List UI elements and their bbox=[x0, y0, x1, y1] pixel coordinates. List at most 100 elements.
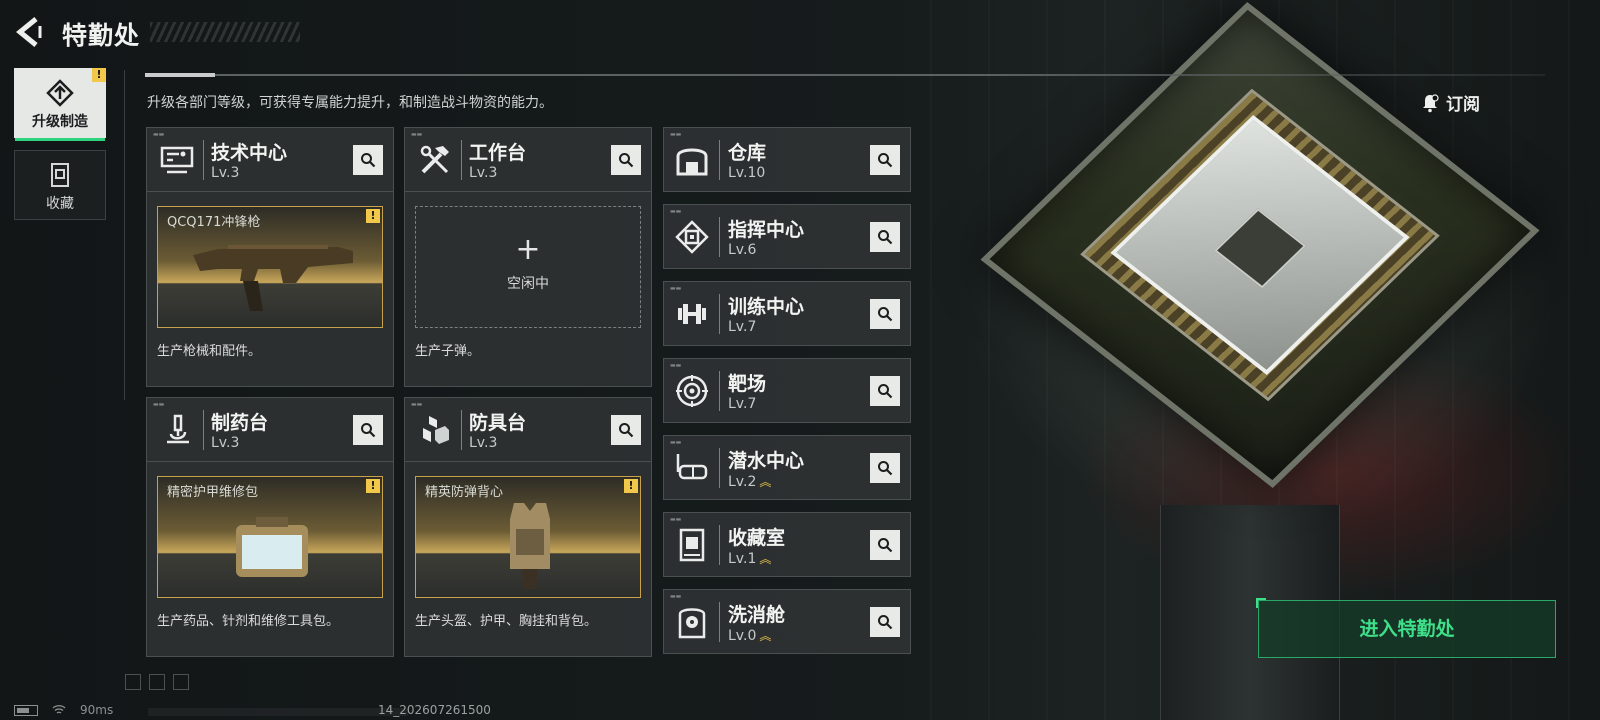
warning-badge: ! bbox=[624, 479, 638, 493]
facility-row-training-center[interactable]: ▬▬ 训练中心 Lv.7 bbox=[663, 281, 911, 346]
subscribe-button[interactable]: 订阅 bbox=[1420, 90, 1480, 115]
warning-badge: ! bbox=[92, 68, 106, 82]
magnifier-icon bbox=[878, 384, 893, 399]
search-button[interactable] bbox=[353, 145, 383, 175]
magnifier-icon bbox=[619, 153, 634, 168]
header-divider bbox=[145, 73, 1545, 77]
search-button[interactable] bbox=[870, 530, 900, 560]
sidebar-item-label: 收藏 bbox=[46, 196, 74, 212]
upgrade-arrow-icon bbox=[46, 79, 74, 107]
search-button[interactable] bbox=[870, 222, 900, 252]
magnifier-icon bbox=[878, 615, 893, 630]
enter-special-ops-button[interactable]: 进入特勤处 bbox=[1256, 598, 1556, 658]
footer-square-icon[interactable] bbox=[149, 674, 165, 690]
facility-level: Lv.0 bbox=[728, 628, 757, 644]
facility-name: 洗消舱 bbox=[728, 604, 786, 626]
battery-icon bbox=[14, 704, 38, 716]
upgrade-available-icon: ︽ bbox=[759, 552, 772, 566]
facility-level: Lv.7 bbox=[728, 319, 757, 335]
warehouse-icon bbox=[676, 148, 708, 176]
production-slot[interactable]: QCQ171冲锋枪 ! bbox=[157, 206, 383, 328]
search-button[interactable] bbox=[870, 607, 900, 637]
facility-card-workbench: ▬▬ 工作台 Lv.3 + 空闲中 生产子弹。 bbox=[404, 127, 652, 387]
facility-level: Lv.10 bbox=[728, 165, 766, 181]
vest-image bbox=[510, 503, 550, 589]
facility-level: Lv.7 bbox=[728, 396, 757, 412]
facility-level: Lv.2 bbox=[728, 474, 757, 490]
hammer-wrench-icon bbox=[420, 145, 449, 174]
production-slot[interactable]: 精英防弹背心 ! bbox=[415, 476, 641, 598]
facility-name: 指挥中心 bbox=[728, 219, 805, 241]
facility-level: Lv.3 bbox=[469, 165, 498, 181]
magnifier-icon bbox=[878, 307, 893, 322]
back-arrow-icon bbox=[16, 17, 42, 47]
production-slot-empty[interactable]: + 空闲中 bbox=[415, 206, 641, 328]
crosshair-target-icon bbox=[676, 375, 708, 407]
search-button[interactable] bbox=[353, 415, 383, 445]
facility-level: Lv.1 bbox=[728, 551, 757, 567]
idle-label: 空闲中 bbox=[507, 276, 549, 292]
footer-bar bbox=[148, 708, 408, 716]
facility-name: 技术中心 bbox=[211, 142, 288, 164]
facility-name: 靶场 bbox=[728, 373, 767, 395]
footer-icon-group bbox=[125, 674, 189, 690]
facility-row-decon-chamber[interactable]: ▬▬ 洗消舱 Lv.0 ︽ bbox=[663, 589, 911, 654]
repair-kit-image bbox=[236, 517, 308, 577]
search-button[interactable] bbox=[611, 415, 641, 445]
product-name: 精英防弹背心 bbox=[425, 485, 504, 500]
collection-cabinet-icon bbox=[679, 528, 705, 562]
magnifier-icon bbox=[878, 153, 893, 168]
magnifier-icon bbox=[361, 423, 376, 438]
ping-label: 90ms bbox=[80, 703, 114, 717]
search-button[interactable] bbox=[611, 145, 641, 175]
facility-level: Lv.3 bbox=[211, 435, 240, 451]
search-button[interactable] bbox=[870, 376, 900, 406]
facility-card-armor-bench: ▬▬ 防具台 Lv.3 精英防弹背心 ! 生产头盔、护甲、胸挂和背包。 bbox=[404, 397, 652, 657]
smg-weapon-image bbox=[193, 245, 353, 311]
facility-description: 生产枪械和配件。 bbox=[157, 344, 262, 359]
facility-name: 工作台 bbox=[469, 142, 527, 164]
facility-level: Lv.3 bbox=[211, 165, 240, 181]
facility-card-tech-center: ▬▬ 技术中心 Lv.3 QCQ171冲锋枪 ! 生产枪械和配件。 bbox=[146, 127, 394, 387]
radiation-chamber-icon bbox=[678, 608, 706, 639]
search-button[interactable] bbox=[870, 453, 900, 483]
facility-row-collection-room[interactable]: ▬▬ 收藏室 Lv.1 ︽ bbox=[663, 512, 911, 577]
wifi-icon bbox=[52, 705, 66, 714]
facility-row-diving-center[interactable]: ▬▬ 潜水中心 Lv.2 ︽ bbox=[663, 435, 911, 500]
magnifier-icon bbox=[878, 230, 893, 245]
search-button[interactable] bbox=[870, 145, 900, 175]
sidebar-item-collection[interactable]: 收藏 bbox=[14, 150, 106, 220]
upgrade-available-icon: ︽ bbox=[759, 629, 772, 643]
production-slot[interactable]: 精密护甲维修包 ! bbox=[157, 476, 383, 598]
warning-badge: ! bbox=[366, 479, 380, 493]
sidebar-item-label: 升级制造 bbox=[32, 114, 88, 130]
facility-card-pharmacy: ▬▬ 制药台 Lv.3 精密护甲维修包 ! 生产药品、针剂和维修工具包。 bbox=[146, 397, 394, 657]
collection-box-icon bbox=[51, 163, 69, 187]
armor-blocks-icon bbox=[423, 416, 449, 444]
page-title: 特勤处 bbox=[62, 21, 141, 50]
magnifier-icon bbox=[878, 538, 893, 553]
title-decoration bbox=[150, 22, 300, 42]
magnifier-icon bbox=[361, 153, 376, 168]
footer-expand-icon[interactable] bbox=[173, 674, 189, 690]
facility-row-command-center[interactable]: ▬▬ 指挥中心 Lv.6 bbox=[663, 204, 911, 269]
facility-description: 生产药品、针剂和维修工具包。 bbox=[157, 614, 340, 629]
facility-name: 收藏室 bbox=[728, 527, 786, 549]
sidebar-item-upgrade-craft[interactable]: 升级制造 ! bbox=[14, 68, 106, 141]
computer-icon bbox=[160, 146, 194, 174]
sidebar-divider bbox=[124, 70, 125, 400]
facility-row-warehouse[interactable]: ▬▬ 仓库 Lv.10 bbox=[663, 127, 911, 192]
upgrade-available-icon: ︽ bbox=[759, 475, 772, 489]
product-name: QCQ171冲锋枪 bbox=[167, 215, 261, 230]
facility-description: 生产子弹。 bbox=[415, 344, 481, 359]
facility-description: 生产头盔、护甲、胸挂和背包。 bbox=[415, 614, 598, 629]
microscope-icon bbox=[167, 414, 189, 444]
status-bar: 90ms bbox=[14, 703, 113, 717]
facility-row-shooting-range[interactable]: ▬▬ 靶场 Lv.7 bbox=[663, 358, 911, 423]
magnifier-icon bbox=[619, 423, 634, 438]
add-icon: + bbox=[515, 232, 541, 267]
footer-square-icon[interactable] bbox=[125, 674, 141, 690]
back-button[interactable] bbox=[14, 16, 46, 48]
facility-level: Lv.3 bbox=[469, 435, 498, 451]
search-button[interactable] bbox=[870, 299, 900, 329]
